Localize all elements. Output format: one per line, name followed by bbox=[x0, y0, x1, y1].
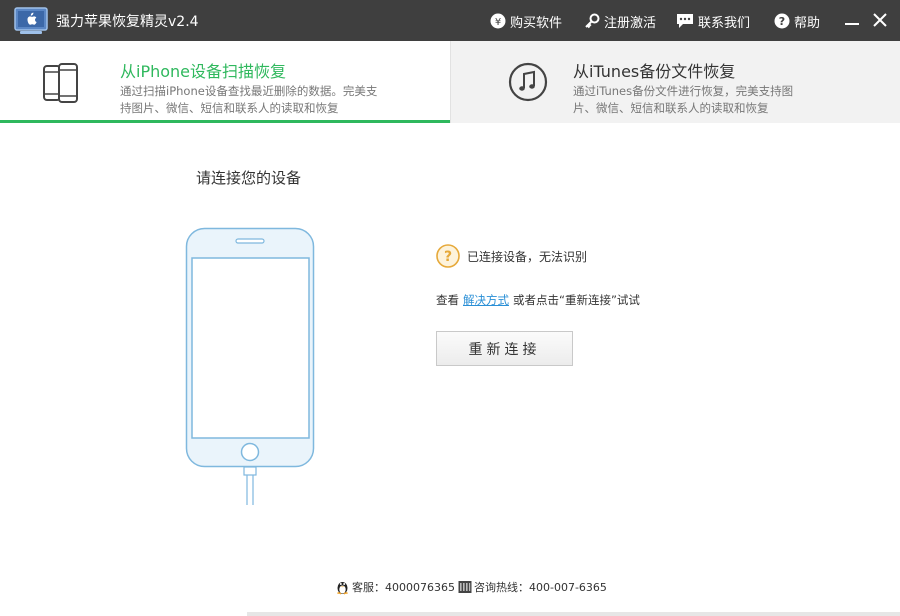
contact-us-label: 联系我们 bbox=[698, 15, 751, 31]
tab-scan-iphone-title: 从iPhone设备扫描恢复 bbox=[120, 62, 287, 81]
tab-itunes-backup-title: 从iTunes备份文件恢复 bbox=[573, 62, 736, 81]
chat-bubble-icon bbox=[677, 14, 693, 28]
solution-hint: 查看 解决方式 或者点击“重新连接”试试 bbox=[436, 292, 640, 308]
hotline-phone-icon bbox=[458, 581, 472, 593]
buy-software-label: 购买软件 bbox=[510, 15, 563, 31]
title-bar: 强力苹果恢复精灵v2.4 ¥ 购买软件 注册激活 联系我们 ? 帮助 bbox=[0, 0, 900, 41]
help-icon: ? bbox=[774, 13, 790, 29]
reconnect-button[interactable]: 重新连接 bbox=[436, 331, 573, 366]
register-activate-button[interactable]: 注册激活 bbox=[584, 11, 656, 31]
solution-link[interactable]: 解决方式 bbox=[463, 293, 509, 307]
iphone-devices-icon bbox=[43, 63, 78, 103]
qq-penguin-icon bbox=[336, 582, 349, 595]
connect-device-heading: 请连接您的设备 bbox=[196, 169, 302, 187]
tab-itunes-backup[interactable]: 从iTunes备份文件恢复 通过iTunes备份文件进行恢复，完美支持图片、微信… bbox=[450, 41, 900, 123]
question-status-icon: ? bbox=[436, 244, 460, 268]
tab-scan-iphone-desc: 通过扫描iPhone设备查找最近删除的数据。完美支持图片、微信、短信和联系人的读… bbox=[120, 84, 378, 115]
tab-itunes-backup-desc: 通过iTunes备份文件进行恢复，完美支持图片、微信、短信和联系人的读取和恢复 bbox=[573, 84, 794, 115]
buy-software-button[interactable]: ¥ 购买软件 bbox=[490, 11, 562, 31]
bottom-divider bbox=[247, 612, 900, 616]
yen-icon: ¥ bbox=[490, 13, 506, 29]
itunes-music-icon bbox=[508, 62, 548, 102]
app-title: 强力苹果恢复精灵v2.4 bbox=[56, 14, 199, 30]
minimize-icon[interactable] bbox=[840, 8, 864, 32]
hint-prefix: 查看 bbox=[436, 293, 459, 307]
key-icon bbox=[585, 13, 600, 29]
svg-text:?: ? bbox=[444, 249, 452, 265]
app-logo-icon bbox=[14, 7, 48, 34]
hotline-info: 咨询热线：400-007-6365 bbox=[458, 578, 607, 596]
customer-service-text: 客服：4000076365 bbox=[352, 581, 455, 594]
register-activate-label: 注册激活 bbox=[604, 15, 657, 31]
connection-status-text: 已连接设备，无法识别 bbox=[467, 250, 588, 264]
contact-us-button[interactable]: 联系我们 bbox=[676, 11, 750, 31]
svg-text:¥: ¥ bbox=[495, 17, 501, 28]
mode-tabs: 从iPhone设备扫描恢复 通过扫描iPhone设备查找最近删除的数据。完美支持… bbox=[0, 41, 900, 123]
hint-suffix: 或者点击“重新连接”试试 bbox=[513, 293, 640, 307]
close-icon[interactable] bbox=[868, 8, 892, 32]
hotline-text: 咨询热线：400-007-6365 bbox=[474, 581, 607, 594]
svg-text:?: ? bbox=[779, 15, 785, 28]
iphone-illustration bbox=[185, 227, 315, 505]
help-button[interactable]: ? 帮助 bbox=[774, 11, 820, 31]
tab-scan-iphone[interactable]: 从iPhone设备扫描恢复 通过扫描iPhone设备查找最近删除的数据。完美支持… bbox=[0, 41, 450, 123]
help-label: 帮助 bbox=[794, 15, 821, 31]
customer-service-info: 客服：4000076365 bbox=[335, 578, 455, 596]
